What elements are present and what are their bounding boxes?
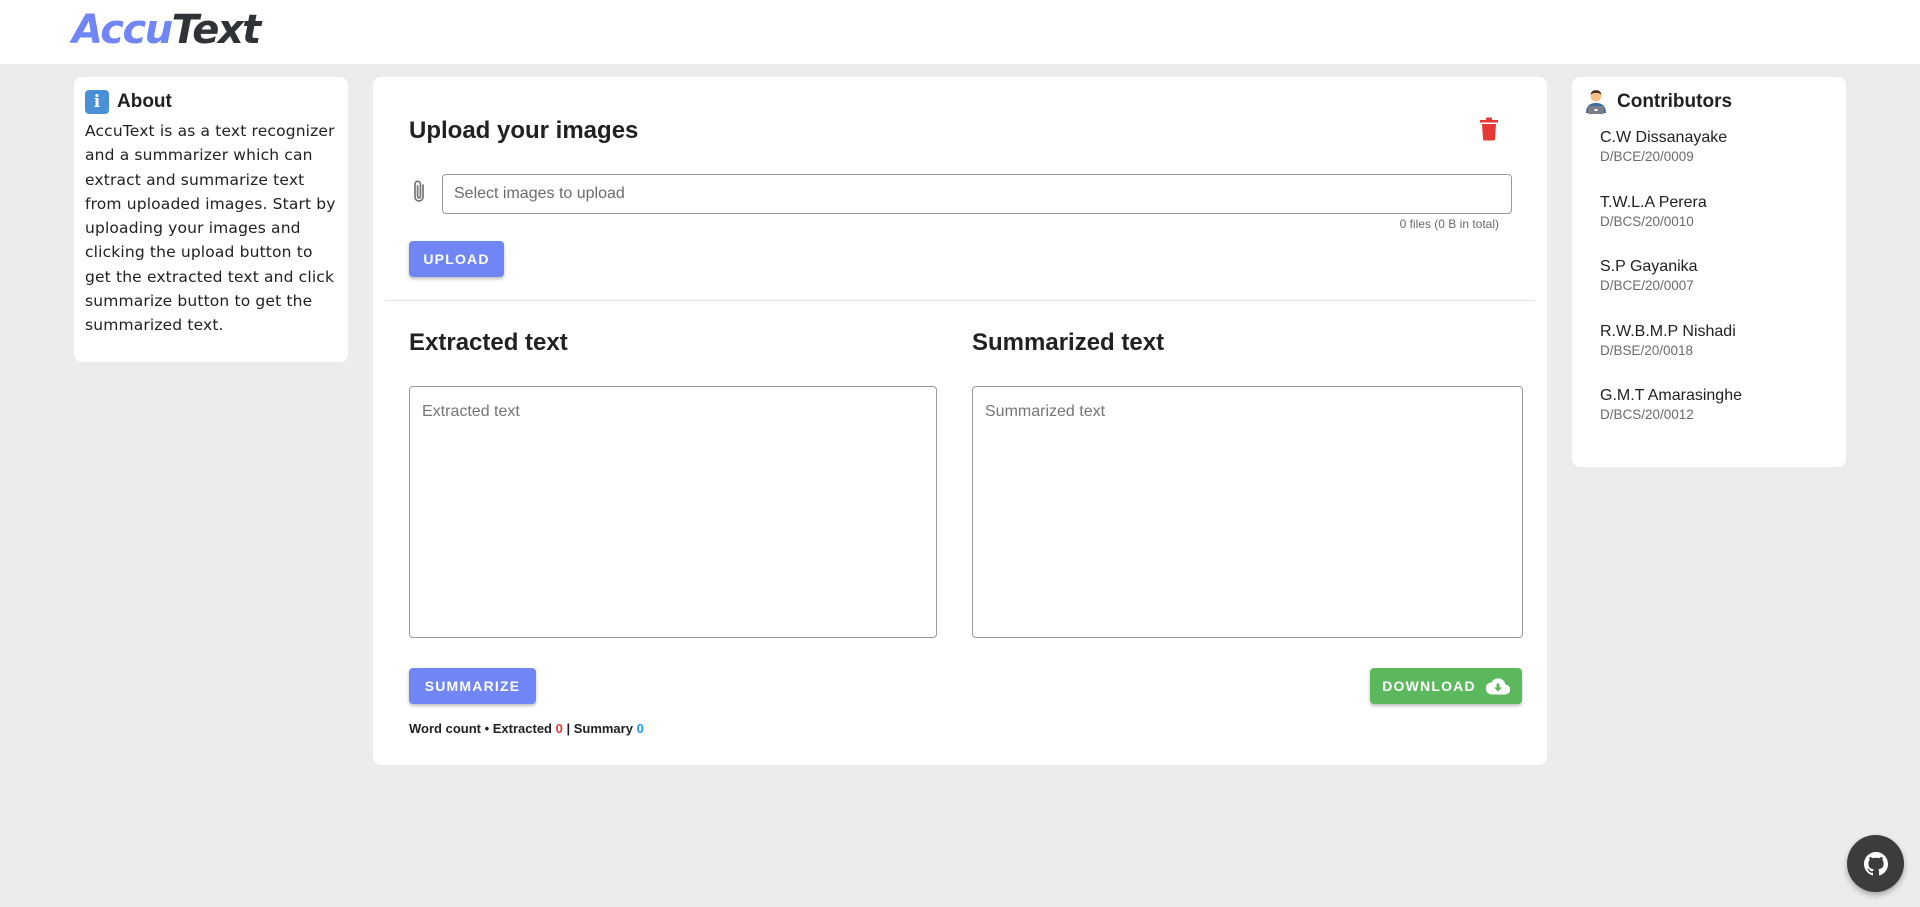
list-item: S.P Gayanika D/BCE/20/0007 (1600, 257, 1835, 322)
about-description: AccuText is as a text recognizer and a s… (85, 122, 336, 335)
contributors-list: C.W Dissanayake D/BCE/20/0009 T.W.L.A Pe… (1583, 128, 1835, 451)
contributor-id: D/BCE/20/0007 (1600, 278, 1694, 293)
info-icon: i (85, 90, 109, 114)
list-item: C.W Dissanayake D/BCE/20/0009 (1600, 128, 1835, 193)
trash-icon (1480, 117, 1498, 141)
about-card: i About AccuText is as a text recognizer… (74, 77, 348, 362)
app-logo[interactable]: AccuText (72, 6, 262, 54)
contributor-id: D/BCE/20/0009 (1600, 149, 1694, 164)
contributor-name: R.W.B.M.P Nishadi (1600, 322, 1736, 340)
extracted-text-area[interactable] (409, 386, 937, 638)
clear-button[interactable] (1479, 117, 1499, 141)
upload-title: Upload your images (409, 117, 639, 144)
about-header: i About (85, 89, 337, 115)
list-item: T.W.L.A Perera D/BCS/20/0010 (1600, 193, 1835, 258)
word-count-label: Word count • Extracted (409, 721, 556, 736)
main-card: Upload your images Select images to uplo… (373, 77, 1547, 765)
summarized-text-area[interactable] (972, 386, 1523, 638)
logo-part-text: Text (171, 7, 262, 53)
summarize-button[interactable]: SUMMARIZE (409, 668, 536, 704)
github-icon (1863, 851, 1888, 875)
contributors-card: Contributors C.W Dissanayake D/BCE/20/00… (1572, 77, 1846, 467)
list-item: R.W.B.M.P Nishadi D/BSE/20/0018 (1600, 322, 1835, 387)
cloud-download-icon (1485, 678, 1510, 695)
extracted-word-count: 0 (555, 721, 563, 736)
word-count: Word count • Extracted 0 | Summary 0 (409, 721, 644, 736)
upload-button[interactable]: UPLOAD (409, 241, 504, 277)
summarized-text-title: Summarized text (972, 329, 1165, 356)
technologist-icon (1586, 90, 1606, 114)
download-button[interactable]: DOWNLOAD (1370, 668, 1522, 704)
contributor-id: D/BCS/20/0012 (1600, 407, 1694, 422)
section-divider (385, 300, 1535, 301)
contributor-name: T.W.L.A Perera (1600, 193, 1707, 211)
extracted-text-title: Extracted text (409, 329, 568, 356)
contributor-id: D/BSE/20/0018 (1600, 342, 1694, 358)
about-title: About (117, 91, 172, 112)
file-count-hint: 0 files (0 B in total) (1399, 217, 1499, 231)
contributors-title: Contributors (1617, 91, 1733, 112)
contributor-id: D/BCS/20/0010 (1600, 213, 1694, 229)
github-button[interactable] (1847, 835, 1904, 892)
word-count-separator: | Summary (562, 721, 637, 736)
top-bar: AccuText (0, 0, 1920, 64)
contributor-name: S.P Gayanika (1600, 258, 1698, 275)
file-upload-placeholder: Select images to upload (454, 185, 625, 202)
contributors-header: Contributors (1583, 89, 1835, 115)
file-upload-input[interactable]: Select images to upload (442, 174, 1512, 214)
logo-part-accu: Accu (72, 7, 173, 53)
summary-word-count: 0 (636, 721, 644, 736)
contributor-name: C.W Dissanayake (1600, 129, 1728, 146)
contributor-name: G.M.T Amarasinghe (1600, 387, 1742, 404)
download-button-label: DOWNLOAD (1382, 678, 1476, 694)
list-item: G.M.T Amarasinghe D/BCS/20/0012 (1600, 386, 1835, 451)
paperclip-icon[interactable] (409, 179, 431, 205)
